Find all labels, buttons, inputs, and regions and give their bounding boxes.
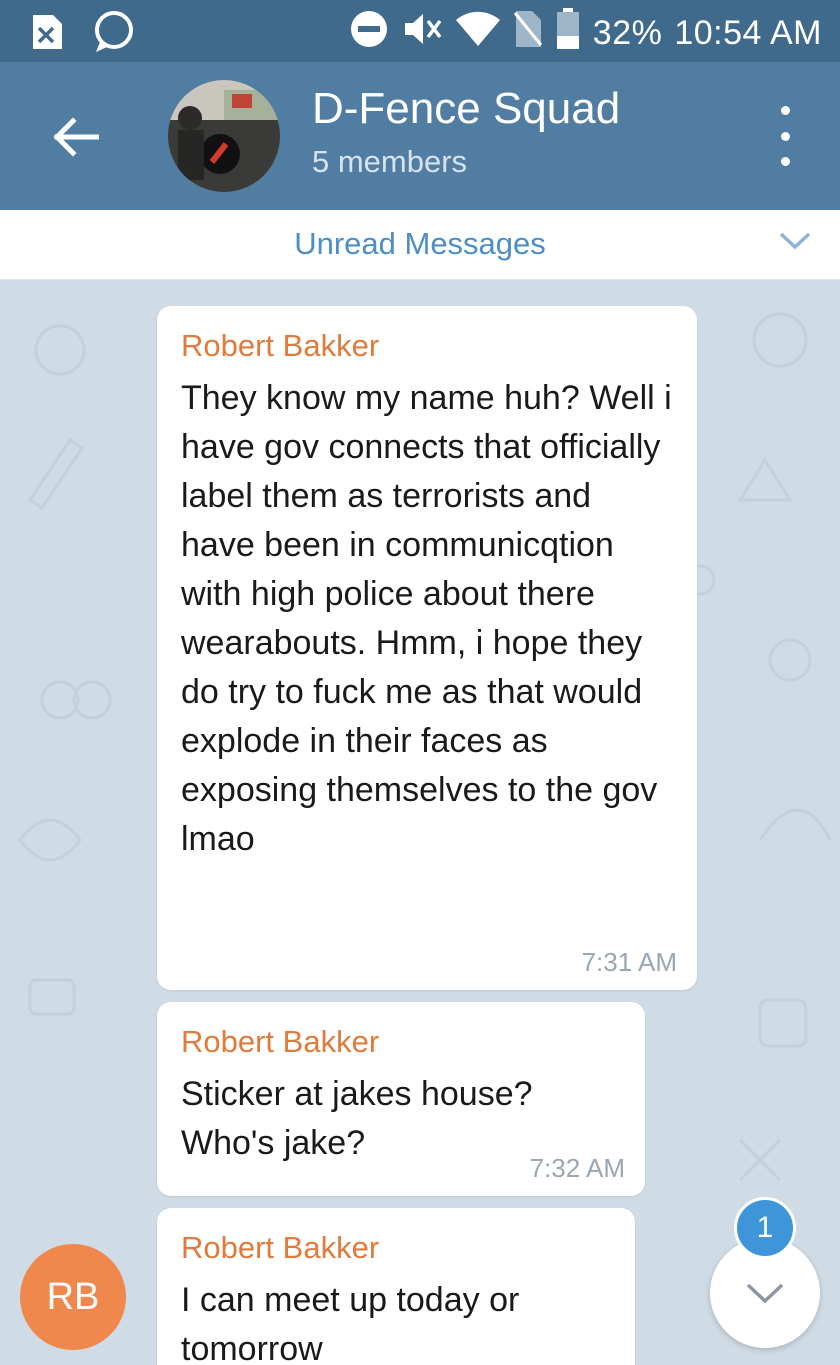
mute-icon (401, 9, 443, 58)
message-bubble[interactable]: Robert Bakker They know my name huh? Wel… (157, 306, 697, 990)
member-count: 5 members (312, 144, 468, 179)
battery-icon (555, 8, 581, 59)
message-time: 7:31 AM (581, 947, 677, 977)
message-bubble[interactable]: Robert Bakker I can meet up today or tom… (157, 1208, 635, 1365)
menu-dot (780, 106, 790, 115)
chat-area[interactable]: Robert Bakker They know my name huh? Wel… (0, 280, 840, 1365)
sender-name[interactable]: Robert Bakker (181, 1024, 621, 1060)
wifi-icon (455, 10, 501, 57)
message-text: They know my name huh? Well i have gov c… (181, 379, 672, 858)
messenger-icon (92, 10, 136, 59)
back-arrow-icon (53, 117, 99, 157)
sender-name[interactable]: Robert Bakker (181, 328, 673, 364)
more-options-button[interactable] (770, 106, 800, 166)
chevron-down-icon (746, 1283, 784, 1304)
message-time: 7:32 AM (529, 1153, 625, 1183)
message-text: I can meet up today or tomorrow (181, 1281, 520, 1365)
chevron-down-icon[interactable] (778, 230, 812, 257)
unread-count-badge: 1 (734, 1197, 796, 1259)
menu-dot (780, 157, 790, 166)
battery-percent: 32% (592, 14, 663, 52)
unread-messages-label: Unread Messages (294, 226, 546, 261)
no-sim-icon (513, 9, 543, 58)
sender-name[interactable]: Robert Bakker (181, 1230, 611, 1266)
group-avatar[interactable] (168, 80, 280, 192)
notification-x-icon (30, 14, 64, 55)
menu-dot (780, 131, 790, 141)
sender-avatar[interactable]: RB (20, 1244, 126, 1350)
chat-header: D-Fence Squad 5 members (0, 62, 840, 210)
status-bar: 32% 10:54 AM (0, 0, 840, 62)
message-bubble[interactable]: Robert Bakker Sticker at jakes house? Wh… (157, 1002, 645, 1196)
back-button[interactable] (40, 102, 110, 172)
clock: 10:54 AM (674, 14, 822, 52)
unread-messages-bar[interactable]: Unread Messages (0, 210, 840, 280)
do-not-disturb-icon (349, 9, 389, 58)
chat-title[interactable]: D-Fence Squad (312, 84, 620, 134)
